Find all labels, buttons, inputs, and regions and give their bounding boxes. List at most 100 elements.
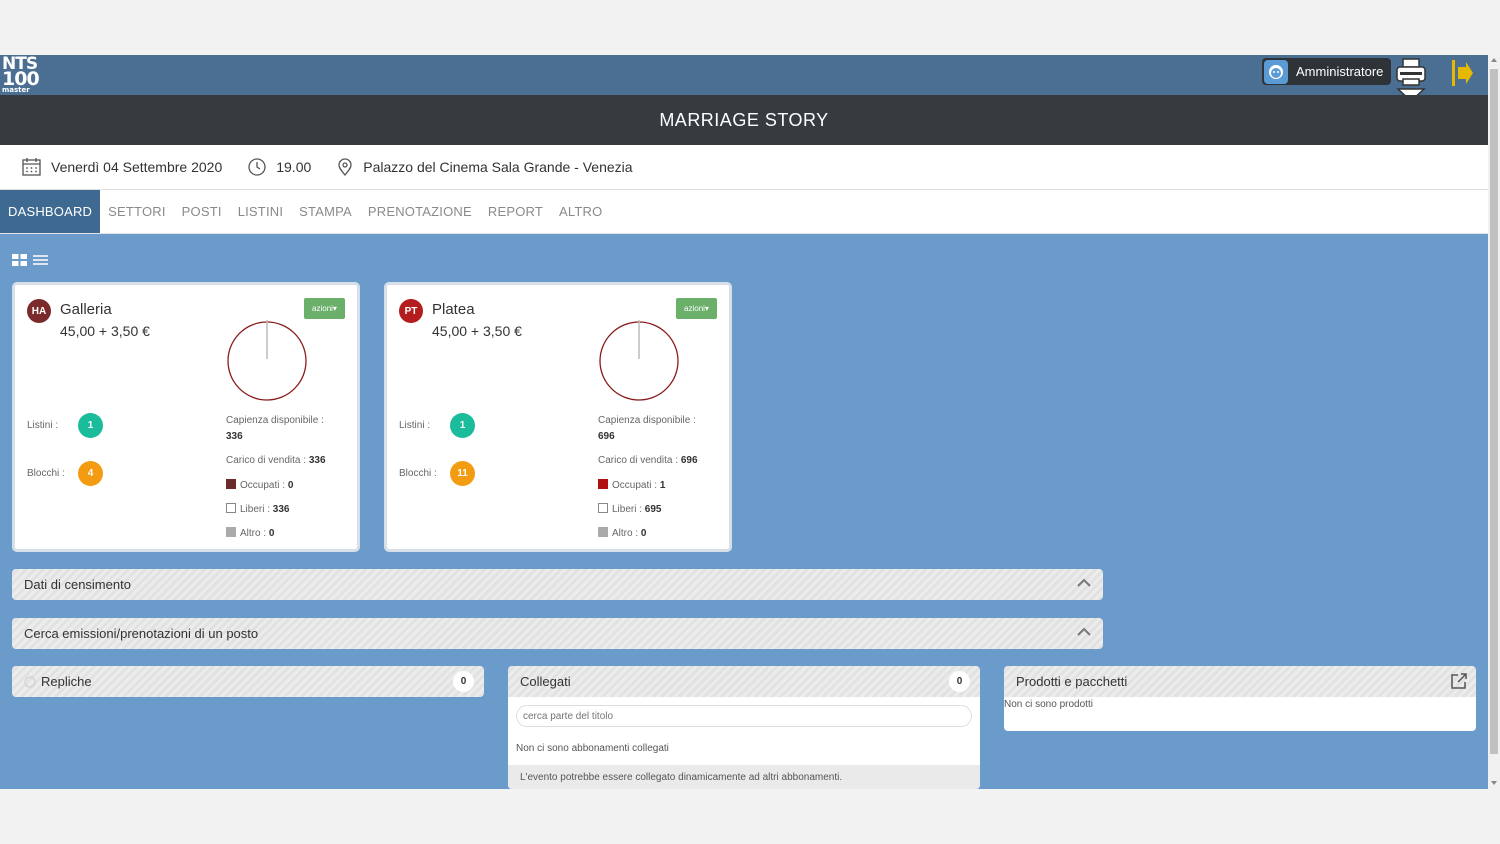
blocchi-label: Blocchi : — [27, 468, 65, 479]
user-name: Amministratore — [1296, 64, 1384, 79]
sector-name: Galleria — [60, 301, 112, 318]
liberi-value: 336 — [272, 504, 290, 515]
repliche-header[interactable]: Repliche 0 — [12, 666, 484, 697]
event-date-text: Venerdì 04 Settembre 2020 — [51, 159, 223, 175]
list-view-icon[interactable] — [33, 253, 48, 271]
altro-label: Altro : — [612, 528, 639, 539]
event-venue-text: Palazzo del Cinema Sala Grande - Venezia — [363, 159, 633, 175]
calendar-icon — [22, 158, 41, 176]
capienza-label: Capienza disponibile : — [226, 415, 324, 426]
sector-name: Platea — [432, 301, 475, 318]
capienza-label: Capienza disponibile : — [598, 415, 696, 426]
liberi-stat: Liberi : 336 — [226, 503, 289, 515]
occupati-stat: Occupati : 0 — [226, 479, 293, 491]
event-time: 19.00 — [248, 158, 311, 176]
liberi-label: Liberi : — [612, 504, 643, 515]
collegati-header[interactable]: Collegati 0 — [508, 666, 980, 697]
view-toggle — [12, 253, 54, 271]
azioni-button[interactable]: azioni▾ — [676, 298, 717, 319]
carico-stat: Carico di vendita : 336 — [226, 455, 326, 466]
chevron-up-icon[interactable] — [1077, 578, 1091, 588]
collegati-note: L'evento potrebbe essere collegato dinam… — [508, 765, 980, 789]
tab-stampa[interactable]: STAMPA — [291, 190, 360, 233]
listini-count-badge[interactable]: 1 — [78, 413, 103, 438]
prodotti-empty-text: Non ci sono prodotti — [1004, 697, 1476, 731]
repliche-panel: Repliche 0 — [12, 666, 484, 697]
chevron-up-icon[interactable] — [1077, 627, 1091, 637]
capienza-value: 336 — [226, 431, 243, 442]
tab-settori[interactable]: SETTORI — [100, 190, 174, 233]
altro-value: 0 — [268, 528, 275, 539]
altro-stat: Altro : 0 — [598, 527, 646, 539]
liberi-value: 695 — [644, 504, 662, 515]
carico-value: 336 — [308, 455, 326, 466]
listini-count-badge[interactable]: 1 — [450, 413, 475, 438]
sector-card-platea: PT Platea 45,00 + 3,50 € azioni▾ Listini… — [384, 282, 732, 552]
cerca-posto-title: Cerca emissioni/prenotazioni di un posto — [24, 626, 259, 641]
event-info-bar: Venerdì 04 Settembre 2020 19.00 Palazzo … — [0, 145, 1488, 190]
tab-posti[interactable]: POSTI — [174, 190, 230, 233]
blocchi-count-badge[interactable]: 11 — [450, 461, 475, 486]
tab-altro[interactable]: ALTRO — [551, 190, 610, 233]
grid-view-icon[interactable] — [12, 253, 27, 271]
altro-value: 0 — [640, 528, 647, 539]
occupati-swatch — [598, 479, 608, 489]
liberi-swatch — [598, 503, 608, 513]
collegati-panel: Collegati 0 Non ci sono abbonamenti coll… — [508, 666, 980, 789]
carico-label: Carico di vendita : — [598, 455, 679, 466]
main-tabs: DASHBOARD SETTORI POSTI LISTINI STAMPA P… — [0, 190, 1488, 234]
occupati-stat: Occupati : 1 — [598, 479, 665, 491]
altro-stat: Altro : 0 — [226, 527, 274, 539]
carico-value: 696 — [680, 455, 698, 466]
listini-label: Listini : — [27, 420, 59, 431]
altro-label: Altro : — [240, 528, 267, 539]
censimento-title: Dati di censimento — [24, 577, 131, 592]
capienza-value: 696 — [598, 431, 615, 442]
censimento-panel-header[interactable]: Dati di censimento — [12, 569, 1103, 600]
scroll-up-icon[interactable] — [1491, 58, 1497, 62]
app-logo[interactable]: NTS 100 master — [2, 56, 46, 95]
user-avatar-icon — [1264, 59, 1288, 84]
tab-listini[interactable]: LISTINI — [230, 190, 291, 233]
vertical-scrollbar[interactable] — [1488, 55, 1500, 789]
event-date: Venerdì 04 Settembre 2020 — [22, 158, 222, 176]
tab-prenotazione[interactable]: PRENOTAZIONE — [360, 190, 480, 233]
collegati-empty-text: Non ci sono abbonamenti collegati — [516, 743, 669, 754]
clock-icon — [248, 158, 266, 176]
cerca-posto-panel-header[interactable]: Cerca emissioni/prenotazioni di un posto — [12, 618, 1103, 649]
sector-card-galleria: HA Galleria 45,00 + 3,50 € azioni▾ Listi… — [12, 282, 360, 552]
clock-icon — [24, 676, 36, 687]
occupati-label: Occupati : — [240, 480, 286, 491]
external-link-icon[interactable] — [1450, 672, 1468, 690]
carico-stat: Carico di vendita : 696 — [598, 455, 698, 466]
occupati-label: Occupati : — [612, 480, 658, 491]
app-window: NTS 100 master Amministratore MARRIAGE S… — [0, 55, 1500, 789]
occupati-value: 1 — [659, 480, 666, 491]
sector-price: 45,00 + 3,50 € — [432, 323, 522, 339]
user-menu-button[interactable]: Amministratore — [1262, 58, 1392, 85]
liberi-label: Liberi : — [240, 504, 271, 515]
scroll-down-icon[interactable] — [1491, 781, 1497, 785]
logout-icon[interactable] — [1452, 59, 1474, 87]
tab-report[interactable]: REPORT — [480, 190, 551, 233]
carico-label: Carico di vendita : — [226, 455, 307, 466]
occupati-value: 0 — [287, 480, 294, 491]
sector-price: 45,00 + 3,50 € — [60, 323, 150, 339]
occupati-swatch — [226, 479, 236, 489]
prodotti-header: Prodotti e pacchetti — [1004, 666, 1476, 697]
azioni-button[interactable]: azioni▾ — [304, 298, 345, 319]
location-pin-icon — [338, 158, 352, 176]
collegati-title: Collegati — [520, 674, 571, 689]
event-venue: Palazzo del Cinema Sala Grande - Venezia — [337, 158, 633, 176]
liberi-stat: Liberi : 695 — [598, 503, 661, 515]
collegati-search-input[interactable] — [516, 705, 972, 727]
sector-code-badge: PT — [399, 299, 423, 323]
sector-code-badge: HA — [27, 299, 51, 323]
scrollbar-thumb[interactable] — [1490, 69, 1498, 754]
altro-swatch — [226, 527, 236, 537]
blocchi-count-badge[interactable]: 4 — [78, 461, 103, 486]
tab-dashboard[interactable]: DASHBOARD — [0, 190, 101, 233]
event-title: MARRIAGE STORY — [0, 95, 1488, 145]
blocchi-label: Blocchi : — [399, 468, 437, 479]
collegati-count-badge: 0 — [949, 671, 970, 692]
